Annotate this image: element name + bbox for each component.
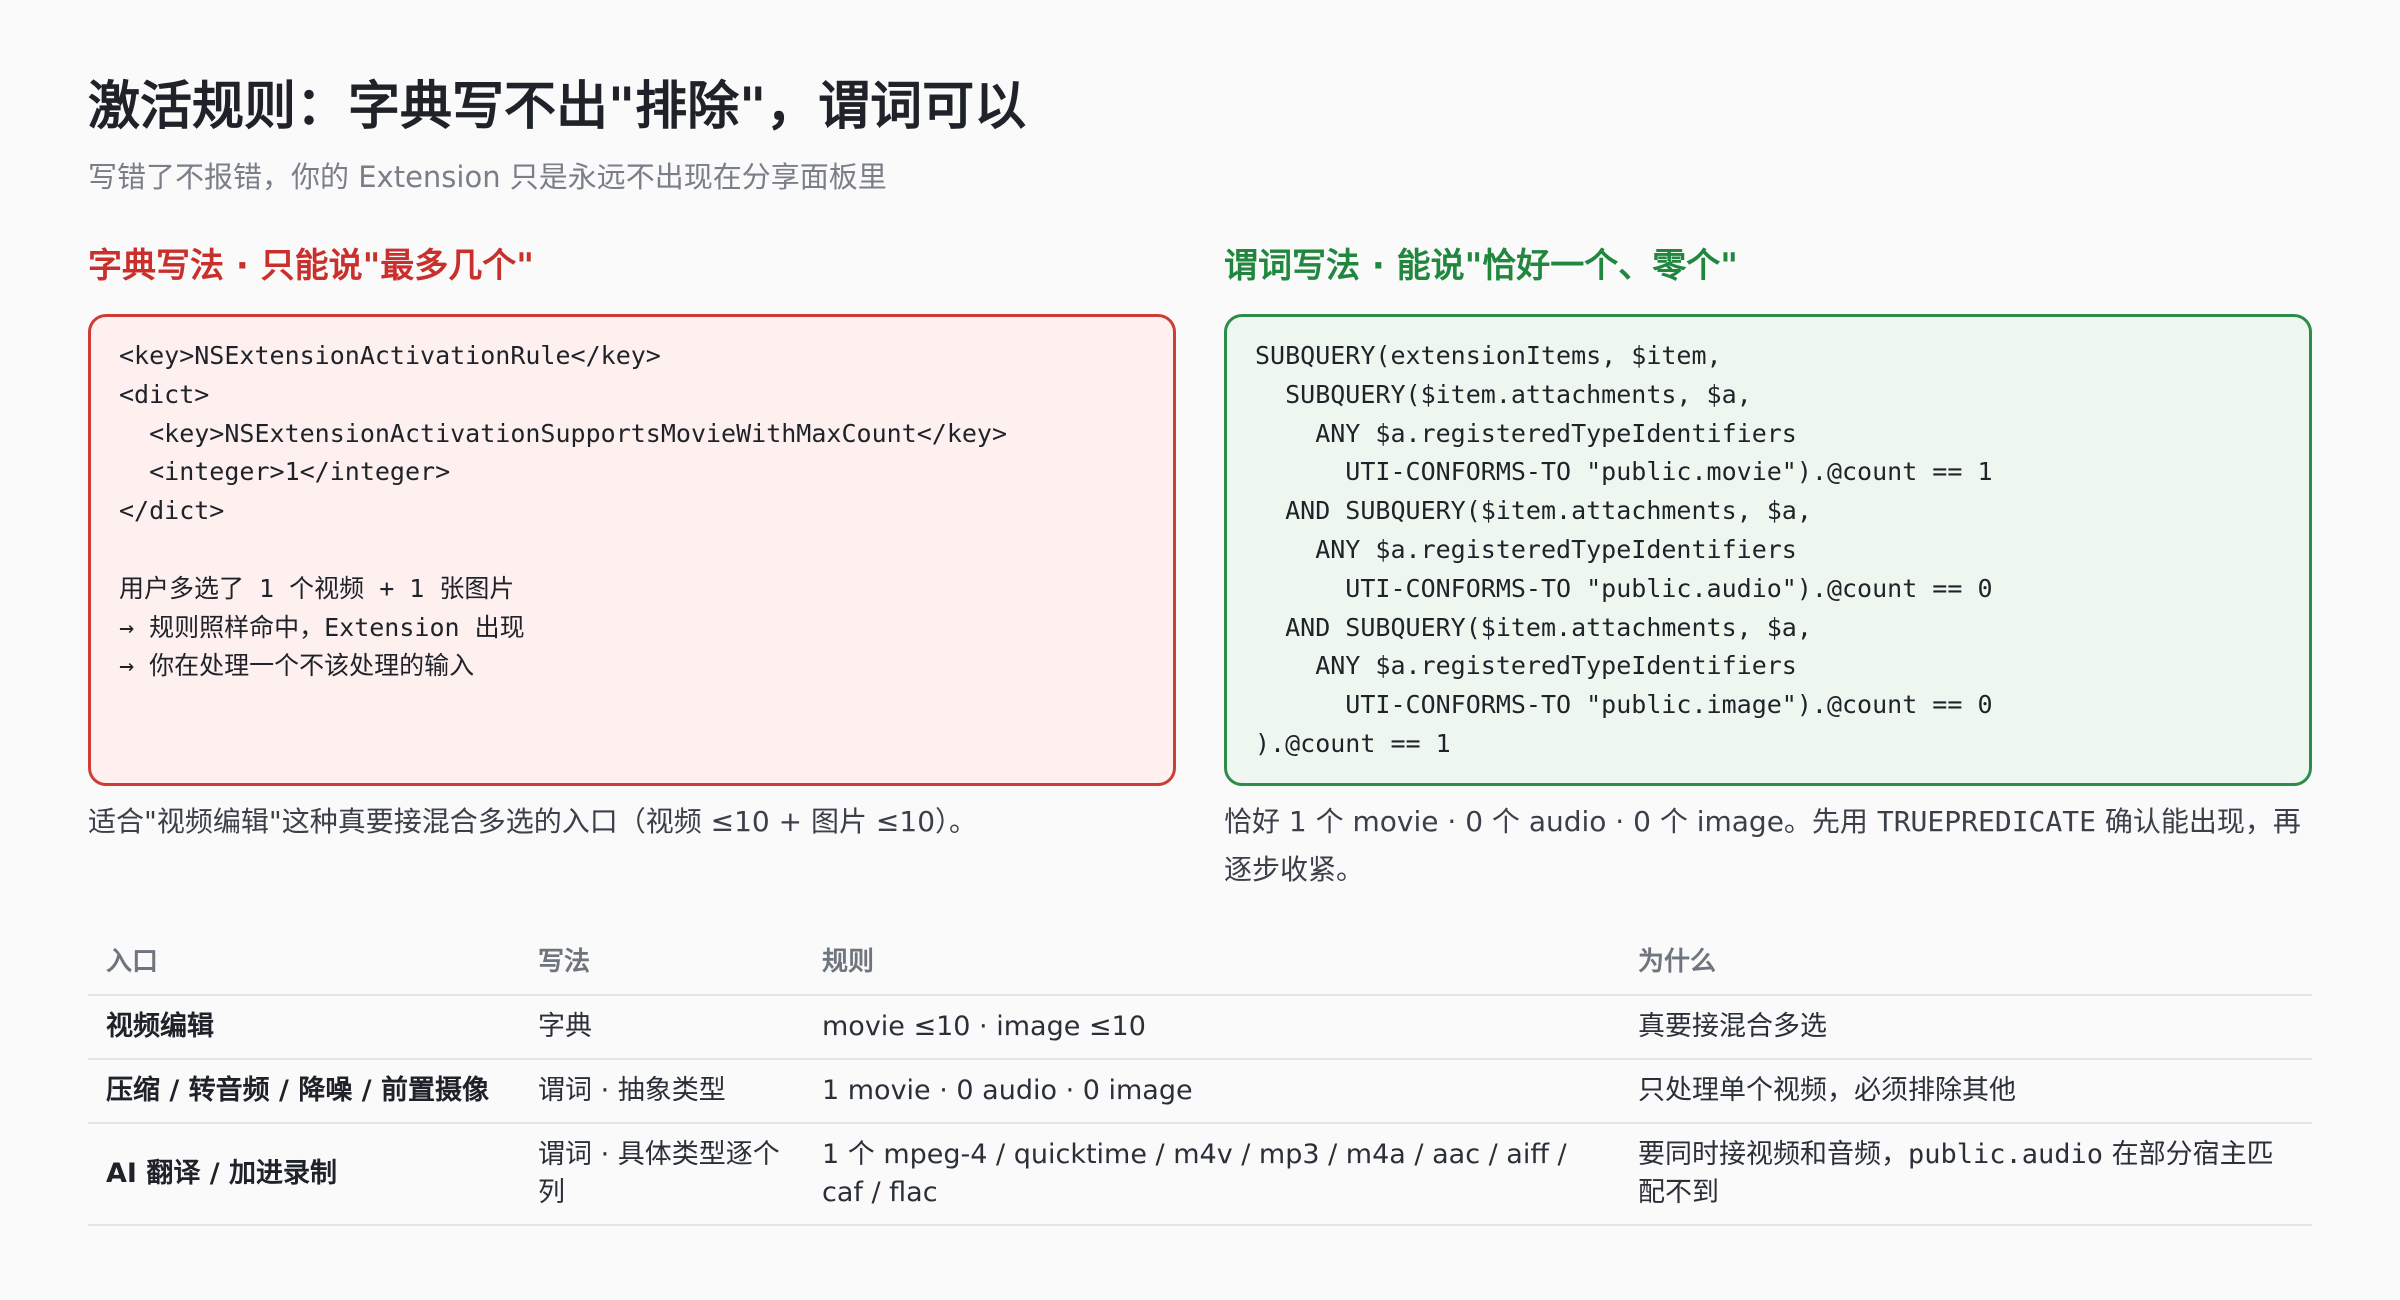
code-line: ANY $a.registeredTypeIdentifiers bbox=[1255, 418, 1797, 448]
reason-code: public.audio bbox=[1908, 1139, 2104, 1170]
predicate-code-block: SUBQUERY(extensionItems, $item, SUBQUERY… bbox=[1224, 314, 2312, 786]
predicate-panel: 谓词写法 · 能说"恰好一个、零个" SUBQUERY(extensionIte… bbox=[1224, 242, 2312, 886]
code-line: ANY $a.registeredTypeIdentifiers bbox=[1255, 651, 1797, 681]
reason-text: 要同时接视频和音频， bbox=[1638, 1139, 1908, 1170]
code-line: <dict> bbox=[119, 379, 210, 409]
dictionary-code-block: <key>NSExtensionActivationRule</key> <di… bbox=[88, 314, 1176, 786]
code-line: SUBQUERY(extensionItems, $item, bbox=[1255, 341, 1722, 370]
table-row: 压缩 / 转音频 / 降噪 / 前置摄像 谓词 · 抽象类型 1 movie ·… bbox=[88, 1060, 2312, 1124]
code-line: UTI-CONFORMS-TO "public.audio").@count =… bbox=[1255, 573, 1993, 603]
code-line: → 规则照样命中，Extension 出现 bbox=[119, 612, 525, 642]
predicate-heading: 谓词写法 · 能说"恰好一个、零个" bbox=[1224, 246, 1739, 286]
reason-cell: 只处理单个视频，必须排除其他 bbox=[1638, 1075, 2016, 1106]
method-cell: 谓词 · 具体类型逐个列 bbox=[538, 1139, 780, 1208]
code-line: <key>NSExtensionActivationRule</key> bbox=[119, 341, 661, 370]
method-cell: 谓词 · 抽象类型 bbox=[538, 1075, 726, 1106]
predicate-note-text: 恰好 1 个 movie · 0 个 audio · 0 个 image。先用 bbox=[1224, 805, 1877, 838]
code-line: UTI-CONFORMS-TO "public.image").@count =… bbox=[1255, 690, 1993, 720]
page-title: 激活规则：字典写不出"排除"，谓词可以 bbox=[88, 77, 1027, 137]
column-header-rule: 规则 bbox=[822, 947, 875, 977]
dictionary-note: 适合"视频编辑"这种真要接混合多选的入口（视频 ≤10 + 图片 ≤10）。 bbox=[88, 805, 978, 838]
column-header-method: 写法 bbox=[538, 947, 591, 977]
rule-cell: movie ≤10 · image ≤10 bbox=[822, 1011, 1146, 1042]
code-line: SUBQUERY($item.attachments, $a, bbox=[1255, 379, 1752, 409]
code-line: UTI-CONFORMS-TO "public.movie").@count =… bbox=[1255, 457, 1993, 487]
comparison-table: 入口 写法 规则 为什么 视频编辑 字典 movie ≤10 · image ≤… bbox=[88, 930, 2312, 1226]
table-row: 视频编辑 字典 movie ≤10 · image ≤10 真要接混合多选 bbox=[88, 996, 2312, 1060]
code-line: 用户多选了 1 个视频 + 1 张图片 bbox=[119, 573, 515, 603]
reason-cell: 要同时接视频和音频，public.audio 在部分宿主匹配不到 bbox=[1620, 1136, 2312, 1212]
entry-cell: AI 翻译 / 加进录制 bbox=[106, 1158, 338, 1189]
rule-cell: 1 movie · 0 audio · 0 image bbox=[822, 1075, 1193, 1106]
rule-cell: 1 个 mpeg-4 / quicktime / m4v / mp3 / m4a… bbox=[822, 1139, 1567, 1208]
entry-cell: 视频编辑 bbox=[106, 1011, 214, 1042]
code-line: <integer>1</integer> bbox=[119, 457, 451, 487]
reason-cell: 真要接混合多选 bbox=[1638, 1011, 1827, 1042]
page-subtitle: 写错了不报错，你的 Extension 只是永远不出现在分享面板里 bbox=[88, 160, 887, 194]
dictionary-panel: 字典写法 · 只能说"最多几个" <key>NSExtensionActivat… bbox=[88, 242, 1176, 838]
column-header-reason: 为什么 bbox=[1638, 947, 1717, 977]
code-line: </dict> bbox=[119, 496, 225, 526]
code-line: <key>NSExtensionActivationSupportsMovieW… bbox=[119, 418, 1008, 448]
method-cell: 字典 bbox=[538, 1011, 592, 1042]
page: 激活规则：字典写不出"排除"，谓词可以 写错了不报错，你的 Extension … bbox=[0, 0, 2400, 1300]
code-line: → 你在处理一个不该处理的输入 bbox=[119, 651, 475, 681]
code-line: ANY $a.registeredTypeIdentifiers bbox=[1255, 534, 1797, 564]
code-line: AND SUBQUERY($item.attachments, $a, bbox=[1255, 496, 1812, 526]
entry-cell: 压缩 / 转音频 / 降噪 / 前置摄像 bbox=[106, 1075, 489, 1106]
code-line: AND SUBQUERY($item.attachments, $a, bbox=[1255, 612, 1812, 642]
predicate-note-code: TRUEPREDICATE bbox=[1876, 805, 2096, 838]
table-header-row: 入口 写法 规则 为什么 bbox=[88, 930, 2312, 996]
code-line: ).@count == 1 bbox=[1255, 728, 1451, 758]
column-header-entry: 入口 bbox=[106, 947, 159, 977]
predicate-note: 恰好 1 个 movie · 0 个 audio · 0 个 image。先用 … bbox=[1224, 798, 2312, 894]
table-row: AI 翻译 / 加进录制 谓词 · 具体类型逐个列 1 个 mpeg-4 / q… bbox=[88, 1124, 2312, 1226]
dictionary-heading: 字典写法 · 只能说"最多几个" bbox=[88, 246, 535, 286]
